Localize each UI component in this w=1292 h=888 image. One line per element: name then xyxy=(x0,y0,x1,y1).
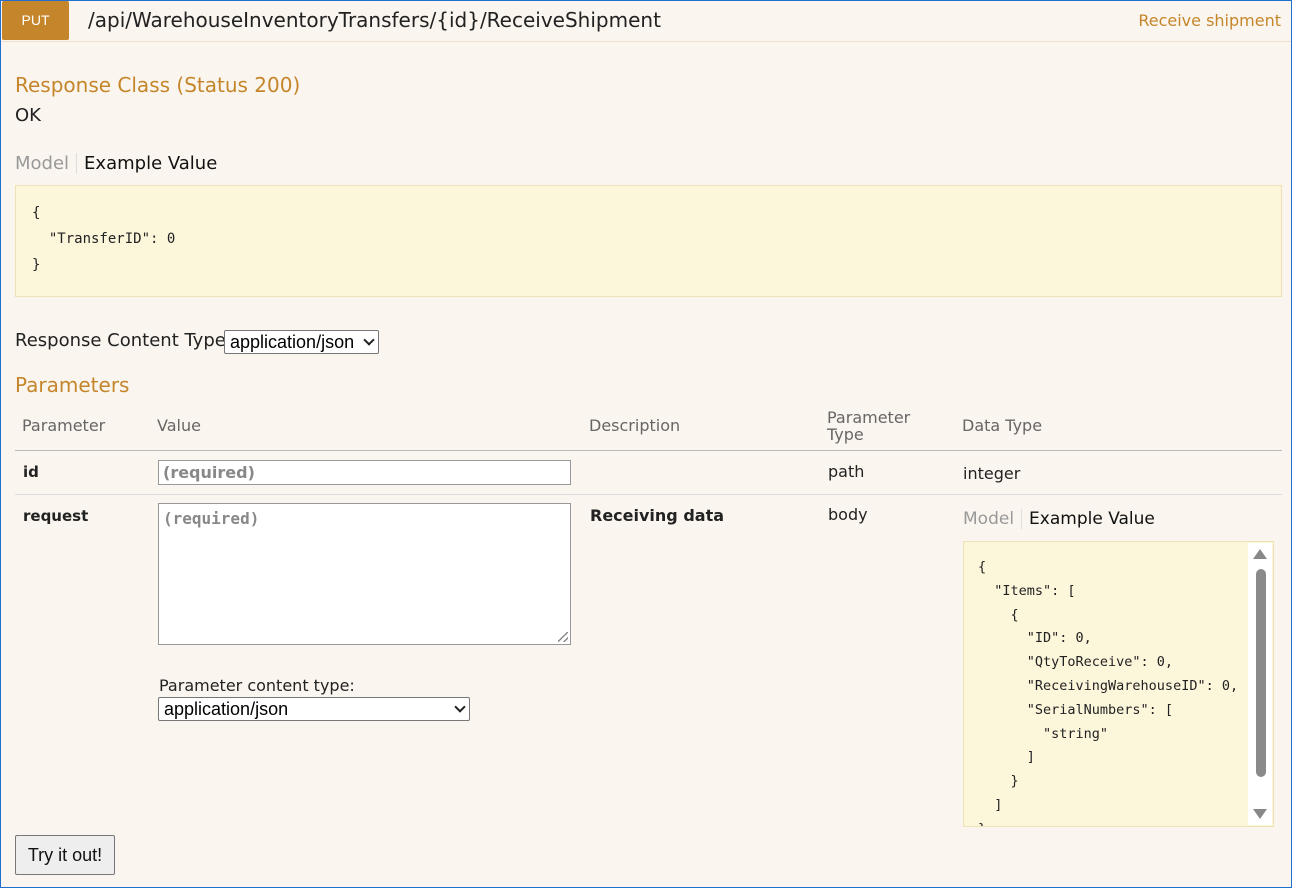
param-content-type-label: Parameter content type: xyxy=(159,676,355,695)
col-header-parameter-type-line1: Parameter xyxy=(827,408,911,427)
example-scrollbar[interactable] xyxy=(1248,543,1272,825)
data-type-id: integer xyxy=(963,464,1021,483)
param-request-placeholder: (required) xyxy=(163,509,260,528)
col-header-parameter-type-line2: Type xyxy=(827,425,864,444)
col-header-parameter: Parameter xyxy=(22,416,106,435)
col-header-data-type: Data Type xyxy=(962,416,1043,435)
chevron-down-icon xyxy=(454,701,466,713)
parameters-title: Parameters xyxy=(15,373,130,397)
chevron-down-icon xyxy=(363,334,375,346)
response-status-text: OK xyxy=(15,105,41,126)
response-content-type-select[interactable]: application/json xyxy=(224,330,379,354)
operation-summary[interactable]: Receive shipment xyxy=(1138,11,1281,30)
tab-example-value[interactable]: Example Value xyxy=(1022,509,1155,529)
response-model-tabs: Model Example Value xyxy=(15,148,217,178)
request-model-tabs: Model Example Value xyxy=(963,504,1155,534)
param-id-placeholder: (required) xyxy=(163,463,255,482)
try-it-out-button[interactable]: Try it out! xyxy=(15,835,115,875)
param-description-request: Receiving data xyxy=(590,506,725,525)
param-request-textarea[interactable]: (required) xyxy=(158,503,571,645)
resize-handle-icon[interactable] xyxy=(558,632,568,642)
scroll-down-arrow-icon[interactable] xyxy=(1253,809,1267,819)
col-header-parameter-type: Parameter Type xyxy=(827,409,910,443)
response-content-type-label: Response Content Type xyxy=(15,330,226,351)
table-header-divider xyxy=(15,450,1282,451)
param-type-id: path xyxy=(828,462,865,481)
tab-model[interactable]: Model xyxy=(15,152,78,174)
response-content-type-value: application/json xyxy=(230,331,355,352)
col-header-description: Description xyxy=(589,416,681,435)
operation-header[interactable]: PUT /api/WarehouseInventoryTransfers/{id… xyxy=(2,1,1291,42)
scroll-up-arrow-icon[interactable] xyxy=(1253,549,1267,559)
param-type-request: body xyxy=(828,505,868,524)
param-content-type-select[interactable]: application/json xyxy=(158,697,470,721)
http-method-badge[interactable]: PUT xyxy=(2,1,69,40)
tab-model[interactable]: Model xyxy=(963,509,1023,529)
table-row-divider xyxy=(15,494,1282,495)
tab-example-value[interactable]: Example Value xyxy=(77,153,217,174)
api-operation-panel: PUT /api/WarehouseInventoryTransfers/{id… xyxy=(0,0,1292,888)
col-header-value: Value xyxy=(157,416,201,435)
endpoint-path[interactable]: /api/WarehouseInventoryTransfers/{id}/Re… xyxy=(88,8,661,32)
response-class-title: Response Class (Status 200) xyxy=(15,73,301,97)
scroll-thumb[interactable] xyxy=(1256,569,1266,777)
param-content-type-value: application/json xyxy=(164,698,289,719)
param-name-id: id xyxy=(23,463,39,481)
request-example-box[interactable]: { "Items": [ { "ID": 0, "QtyToReceive": … xyxy=(963,541,1274,827)
param-name-request: request xyxy=(23,507,89,525)
response-example-json: { "TransferID": 0 } xyxy=(15,185,1282,297)
request-example-json: { "Items": [ { "ID": 0, "QtyToReceive": … xyxy=(978,559,1239,826)
param-id-input[interactable]: (required) xyxy=(158,460,571,485)
